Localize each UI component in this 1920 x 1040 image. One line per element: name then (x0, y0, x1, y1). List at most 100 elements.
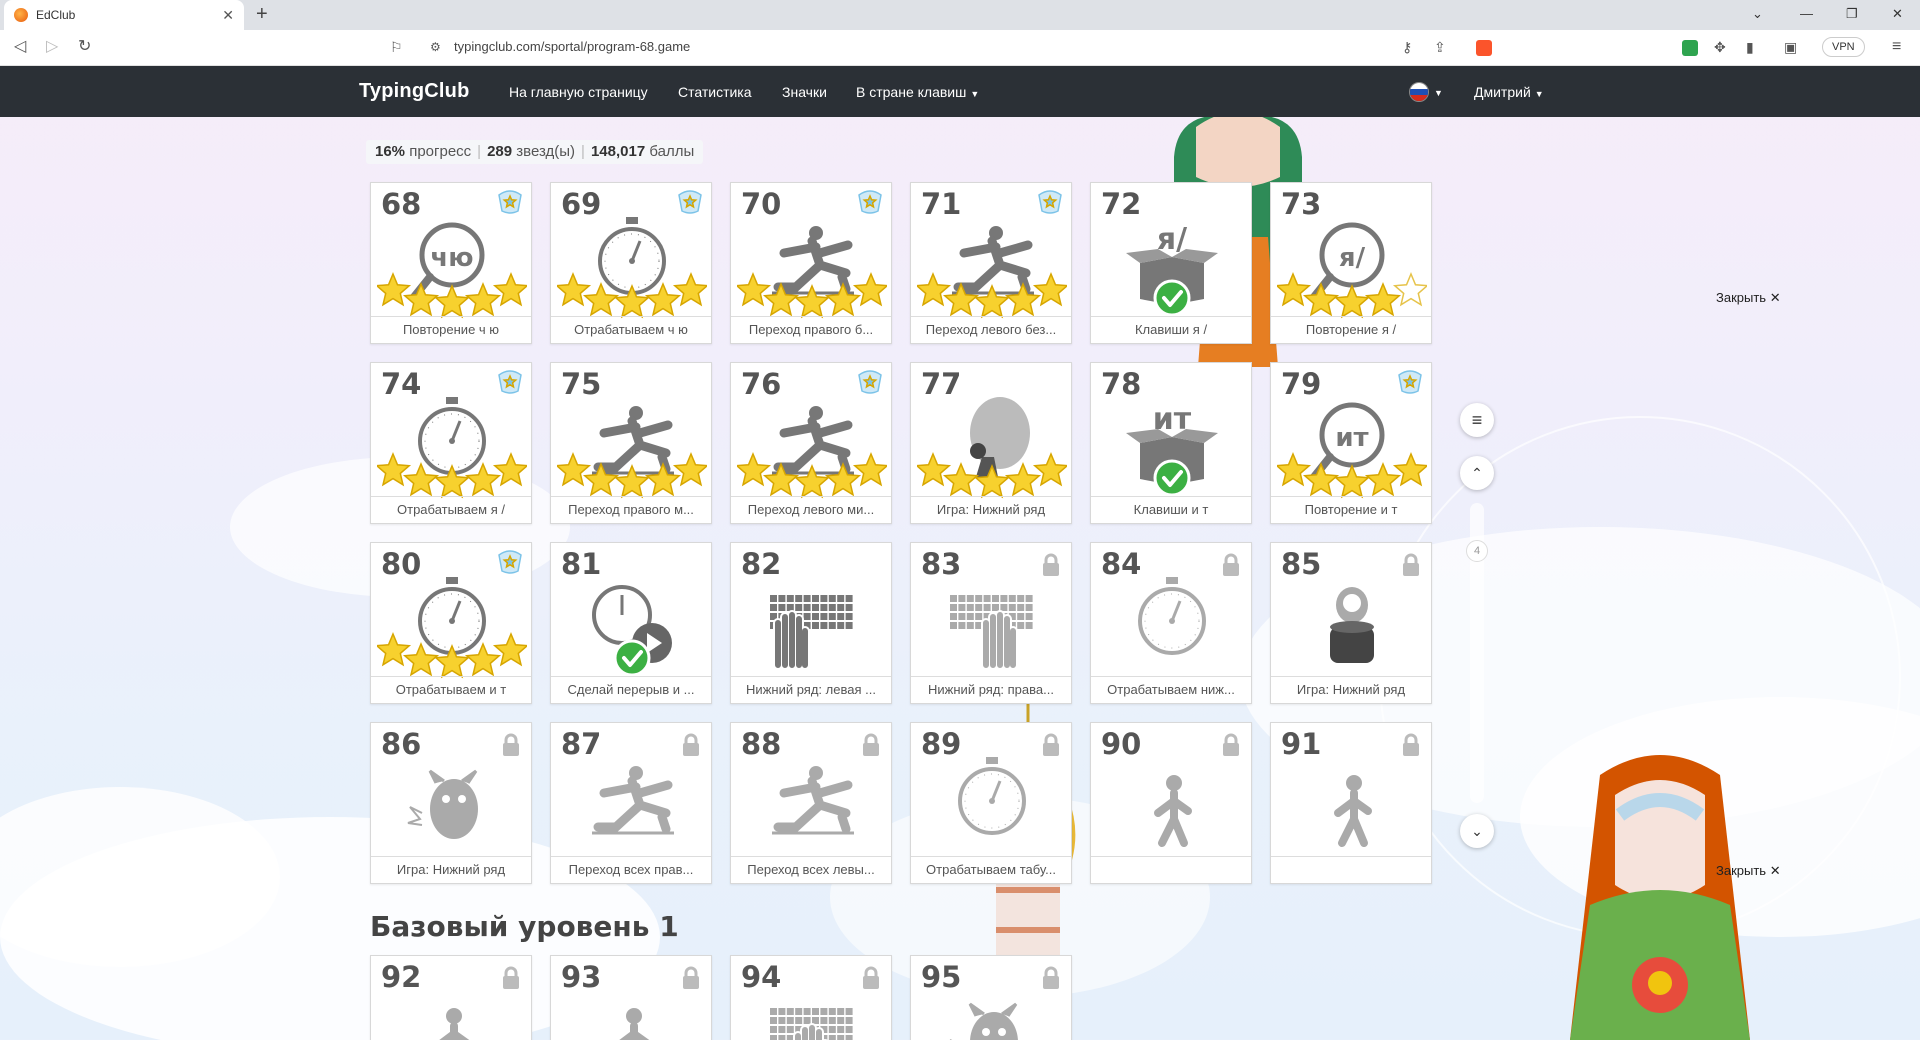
lesson-card-77[interactable]: 77 Игра: Нижний ряд (910, 362, 1072, 524)
filled-star-icon (492, 632, 527, 667)
lesson-card-75[interactable]: 75 Переход правого м... (550, 362, 712, 524)
lesson-card-76[interactable]: 76 Переход левого ми... (730, 362, 892, 524)
lesson-card-69[interactable]: 69 Отрабатываем ч ю (550, 182, 712, 344)
sidebar-icon[interactable]: ▮ (1746, 38, 1754, 56)
key-icon[interactable]: ⚷ (1402, 38, 1412, 56)
user-menu[interactable]: Дмитрий ▼ (1474, 84, 1544, 100)
filled-star-icon (492, 272, 527, 307)
lesson-list-button[interactable]: ≡ (1460, 403, 1494, 437)
close-tab-icon[interactable]: ✕ (222, 7, 234, 24)
extensions-puzzle-icon[interactable]: ✥ (1714, 38, 1726, 56)
filled-star-icon (1392, 452, 1427, 487)
close-ad-button[interactable]: Закрыть ✕ (1716, 290, 1781, 306)
minimize-icon[interactable]: — (1800, 6, 1813, 21)
lesson-card-70[interactable]: 70 Переход правого б... (730, 182, 892, 344)
lock-icon (1221, 733, 1241, 757)
filled-star-icon (557, 272, 592, 307)
stars-label: звезд(ы) (516, 143, 576, 160)
filled-star-icon (582, 282, 620, 317)
filled-star-icon (1364, 462, 1402, 497)
nav-badges-link[interactable]: Значки (782, 84, 827, 100)
chevron-down-icon[interactable]: ⌄ (1752, 6, 1763, 22)
filled-star-icon (852, 272, 887, 307)
lesson-card-92[interactable]: 92 (370, 955, 532, 1040)
points-value: 148,017 (590, 143, 646, 160)
lesson-card-89[interactable]: 89 Отрабатываем табу... (910, 722, 1072, 884)
nav-keyboard-land-dropdown[interactable]: В стране клавиш ▼ (856, 84, 979, 100)
browser-tab-strip: EdClub ✕ + ⌄ — ❐ ✕ (0, 0, 1920, 30)
lesson-card-91[interactable]: 91 (1270, 722, 1432, 884)
lesson-card-94[interactable]: 94 (730, 955, 892, 1040)
bookmark-icon[interactable]: ⚐ (390, 38, 403, 56)
star-rating (737, 452, 887, 499)
back-icon[interactable]: ◁ (14, 38, 26, 56)
filled-star-icon (1032, 272, 1067, 307)
filled-star-icon (1302, 282, 1340, 317)
lesson-title: Клавиши и т (1091, 496, 1251, 523)
menu-icon[interactable]: ≡ (1892, 38, 1901, 56)
scroll-indicator[interactable]: 4 (1466, 540, 1488, 562)
filled-star-icon (1004, 462, 1042, 497)
excellence-badge-icon (855, 369, 885, 395)
new-tab-button[interactable]: + (256, 4, 268, 24)
lesson-card-90[interactable]: 90 (1090, 722, 1252, 884)
lesson-card-93[interactable]: 93 (550, 955, 712, 1040)
restore-icon[interactable]: ❐ (1846, 6, 1858, 22)
share-icon[interactable]: ⇪ (1434, 38, 1446, 56)
lesson-card-82[interactable]: 82 Нижний ряд: левая ... (730, 542, 892, 704)
lesson-card-81[interactable]: 81 Сделай перерыв и ... (550, 542, 712, 704)
extension-r-icon[interactable] (1682, 40, 1698, 56)
lesson-card-73[interactable]: 73 я/Повторение я / (1270, 182, 1432, 344)
vpn-button[interactable]: VPN (1822, 37, 1865, 57)
walking-figure-icon (439, 1008, 470, 1040)
lesson-card-84[interactable]: 84 Отрабатываем ниж... (1090, 542, 1252, 704)
star-rating (377, 272, 527, 319)
lock-icon (861, 966, 881, 990)
scroll-up-button[interactable]: ⌃ (1460, 456, 1494, 490)
russian-flag-icon[interactable] (1409, 82, 1429, 102)
lesson-card-71[interactable]: 71 Переход левого без... (910, 182, 1072, 344)
tab-title: EdClub (36, 8, 76, 22)
lesson-card-79[interactable]: 79 ит Повторение и т (1270, 362, 1432, 524)
nav-home-link[interactable]: На главную страницу (509, 84, 648, 100)
lesson-card-86[interactable]: 86 Игра: Нижний ряд (370, 722, 532, 884)
lesson-card-72[interactable]: 72 я/Клавиши я / (1090, 182, 1252, 344)
lesson-card-95[interactable]: 95 (910, 955, 1072, 1040)
reload-icon[interactable]: ↻ (78, 38, 91, 56)
close-window-icon[interactable]: ✕ (1892, 6, 1903, 22)
wallet-icon[interactable]: ▣ (1784, 38, 1797, 56)
lesson-card-80[interactable]: 80 Отрабатываем и т (370, 542, 532, 704)
filled-star-icon (1032, 452, 1067, 487)
progress-label: прогресс (409, 143, 472, 160)
site-info-icon[interactable]: ⚙ (430, 38, 441, 56)
language-caret-icon[interactable]: ▼ (1434, 88, 1443, 98)
filled-star-icon (464, 462, 502, 497)
lesson-card-85[interactable]: 85 Игра: Нижний ряд (1270, 542, 1432, 704)
url-field[interactable]: typingclub.com/sportal/program-68.game (454, 39, 690, 54)
lesson-title: Переход левого ми... (731, 496, 891, 523)
browser-tab[interactable]: EdClub ✕ (4, 0, 244, 30)
filled-star-icon (582, 462, 620, 497)
filled-star-icon (1277, 452, 1312, 487)
lesson-title: Нижний ряд: права... (911, 676, 1071, 703)
lesson-card-87[interactable]: 87 Переход всех прав... (550, 722, 712, 884)
nav-stats-link[interactable]: Статистика (678, 84, 752, 100)
brave-shield-icon[interactable] (1476, 40, 1492, 56)
lesson-card-74[interactable]: 74 Отрабатываем я / (370, 362, 532, 524)
filled-star-icon (672, 272, 707, 307)
lock-icon (501, 733, 521, 757)
forward-icon[interactable]: ▷ (46, 38, 58, 56)
excellence-badge-icon (495, 189, 525, 215)
star-rating (377, 632, 527, 679)
filled-star-icon (942, 462, 980, 497)
completed-check-icon (1153, 279, 1191, 317)
lesson-card-78[interactable]: 78 ит Клавиши и т (1090, 362, 1252, 524)
lesson-card-83[interactable]: 83 Нижний ряд: права... (910, 542, 1072, 704)
filled-star-icon (793, 464, 831, 499)
lesson-title: Повторение и т (1271, 496, 1431, 523)
close-ad-button[interactable]: Закрыть ✕ (1716, 863, 1781, 879)
lesson-card-88[interactable]: 88 Переход всех левы... (730, 722, 892, 884)
scroll-down-button[interactable]: ⌄ (1460, 814, 1494, 848)
typingclub-logo[interactable]: TypingClub (359, 80, 470, 103)
lesson-card-68[interactable]: 68 чю Повторение ч ю (370, 182, 532, 344)
